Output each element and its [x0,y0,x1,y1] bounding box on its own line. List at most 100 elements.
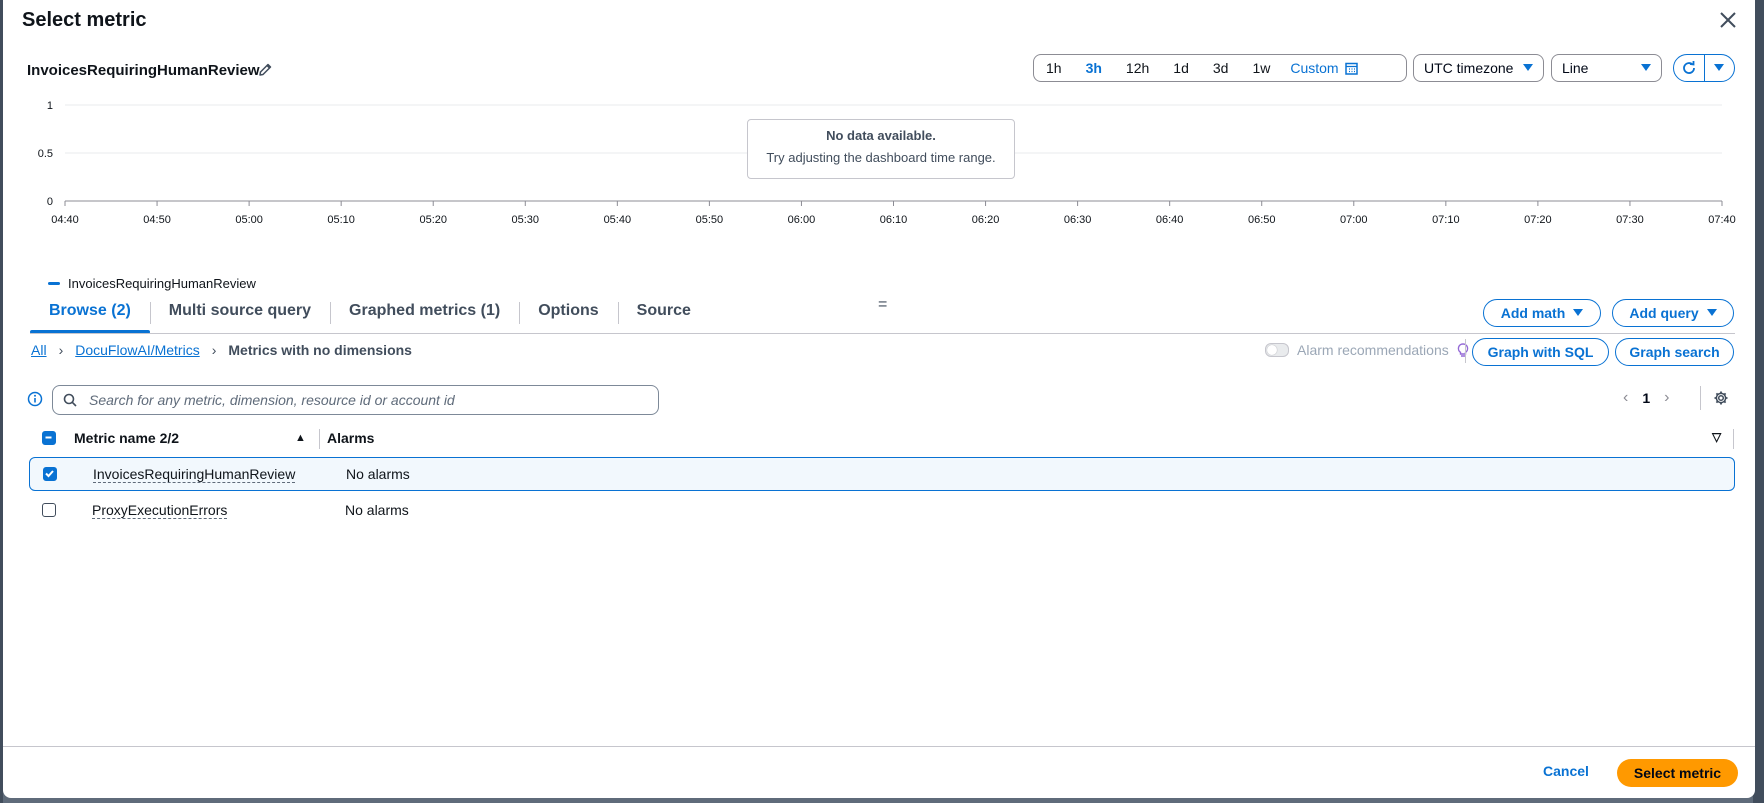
time-range-3h[interactable]: 3h [1074,60,1114,76]
chevron-left-icon[interactable]: ‹ [1623,389,1628,407]
minus-icon [45,436,52,439]
alarm-recommendations-toggle[interactable]: Alarm recommendations [1265,342,1469,358]
x-tick-label: 05:30 [512,214,540,226]
add-query-button[interactable]: Add query [1612,299,1734,327]
metric-title: InvoicesRequiringHumanReview [27,62,260,79]
caret-down-icon [1706,309,1717,316]
time-range-1d[interactable]: 1d [1161,60,1201,76]
time-range-1h[interactable]: 1h [1034,60,1074,76]
no-data-message: No data available. Try adjusting the das… [747,119,1015,179]
column-divider [319,429,320,449]
chevron-right-icon: › [58,342,64,358]
caret-down-icon [1573,309,1584,316]
x-tick-label: 06:10 [880,214,908,226]
table-header: Metric name 2/2 ▲ Alarms ▽ [29,426,1735,452]
x-tick-label: 05:40 [604,214,632,226]
time-range-custom[interactable]: Custom [1282,60,1358,76]
checkmark-icon [45,470,54,478]
x-tick-label: 06:50 [1248,214,1276,226]
breadcrumb: All › DocuFlowAI/Metrics › Metrics with … [31,342,412,358]
refresh-options-button[interactable] [1705,55,1735,81]
x-tick-label: 05:10 [327,214,355,226]
tab-browse[interactable]: Browse (2) [30,292,150,334]
metric-search-field[interactable] [52,385,659,415]
x-tick-label: 07:30 [1616,214,1644,226]
no-data-title: No data available. [826,128,936,143]
x-tick-label: 07:10 [1432,214,1460,226]
refresh-icon [1682,61,1695,74]
y-tick-label: 0 [47,196,53,208]
tabs-divider [30,333,1735,334]
tabs: Browse (2) Multi source query Graphed me… [30,292,710,334]
add-query-label: Add query [1629,305,1699,321]
x-tick-label: 04:40 [51,214,79,226]
x-tick-label: 06:30 [1064,214,1092,226]
breadcrumb-namespace[interactable]: DocuFlowAI/Metrics [75,342,199,358]
cancel-button[interactable]: Cancel [1543,763,1589,779]
graph-search-button[interactable]: Graph search [1615,338,1734,366]
row-checkbox[interactable] [43,467,57,481]
modal-title: Select metric [22,9,147,31]
custom-label: Custom [1290,60,1339,76]
breadcrumb-all[interactable]: All [31,342,47,358]
divider [1465,339,1466,363]
legend-swatch [48,282,60,285]
metric-name-link[interactable]: InvoicesRequiringHumanReview [93,466,296,483]
chevron-right-icon: › [211,342,217,358]
tab-graphed-metrics[interactable]: Graphed metrics (1) [330,292,519,334]
tab-multi-source-query[interactable]: Multi source query [149,292,330,334]
x-tick-label: 07:40 [1708,214,1736,226]
timezone-value: UTC timezone [1424,60,1514,76]
toggle-switch[interactable] [1265,343,1289,357]
search-input[interactable] [87,391,631,409]
chart-type-dropdown[interactable]: Line [1551,54,1662,82]
add-math-button[interactable]: Add math [1483,299,1601,327]
time-range-3d[interactable]: 3d [1201,60,1241,76]
time-range-12h[interactable]: 12h [1114,60,1161,76]
search-icon [63,393,77,407]
x-tick-label: 04:50 [143,214,171,226]
refresh-button[interactable] [1674,55,1705,81]
resize-handle[interactable]: = [878,296,887,314]
x-tick-label: 06:20 [972,214,1000,226]
footer-divider [3,746,1755,747]
page-number[interactable]: 1 [1642,390,1650,406]
x-tick-label: 05:20 [419,214,447,226]
info-icon[interactable] [27,391,43,407]
calendar-icon [1344,62,1358,75]
table-row[interactable]: ProxyExecutionErrors No alarms [29,494,1735,528]
select-all-checkbox[interactable] [42,431,56,445]
sort-ascending-icon[interactable]: ▲ [295,432,306,444]
timezone-dropdown[interactable]: UTC timezone [1413,54,1544,82]
filter-icon[interactable]: ▽ [1712,430,1721,444]
no-data-hint: Try adjusting the dashboard time range. [766,150,996,165]
x-tick-label: 05:50 [696,214,724,226]
column-alarms: Alarms [327,430,375,446]
row-checkbox[interactable] [42,503,56,517]
tab-options[interactable]: Options [519,292,617,334]
pencil-edit-icon[interactable] [257,62,273,78]
chart-type-value: Line [1562,60,1589,76]
y-tick-label: 0.5 [38,148,53,160]
x-tick-label: 07:00 [1340,214,1368,226]
tab-source[interactable]: Source [617,292,710,334]
column-metric-name: Metric name 2/2 [74,430,180,446]
select-metric-button[interactable]: Select metric [1617,759,1738,787]
pagination: ‹ 1 › [1623,389,1669,407]
metric-name-link[interactable]: ProxyExecutionErrors [92,502,228,519]
time-range-1w[interactable]: 1w [1240,60,1282,76]
x-tick-label: 05:00 [235,214,263,226]
alarm-status: No alarms [345,502,409,518]
lightbulb-icon [1457,342,1468,357]
legend-label: InvoicesRequiringHumanReview [68,276,256,291]
x-tick-label: 06:00 [788,214,816,226]
gear-icon[interactable] [1713,390,1729,406]
refresh-button-group [1673,54,1735,82]
graph-with-sql-button[interactable]: Graph with SQL [1472,338,1609,366]
close-icon[interactable] [1716,8,1740,32]
divider [1700,386,1701,410]
y-tick-label: 1 [47,100,53,112]
table-row[interactable]: InvoicesRequiringHumanReview No alarms [29,457,1735,491]
chevron-right-icon[interactable]: › [1664,389,1669,407]
column-divider [1733,429,1734,449]
